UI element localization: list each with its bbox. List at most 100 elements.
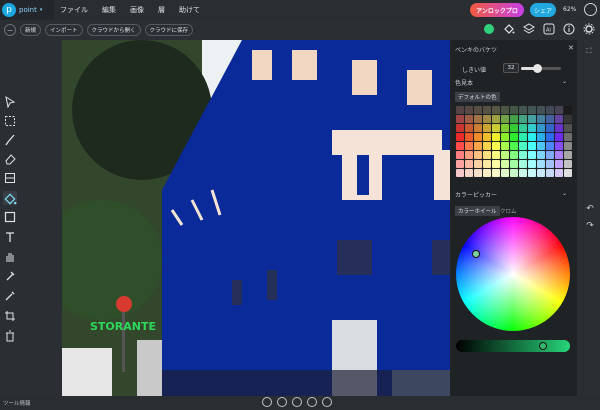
color-swatch[interactable] [537, 133, 545, 141]
color-swatch[interactable] [537, 160, 545, 168]
threshold-slider-knob[interactable] [533, 64, 542, 73]
color-swatch[interactable] [501, 151, 509, 159]
color-swatch[interactable] [564, 151, 572, 159]
color-swatch[interactable] [492, 160, 500, 168]
color-swatch[interactable] [456, 169, 464, 177]
color-swatch[interactable] [519, 115, 527, 123]
color-swatch[interactable] [564, 124, 572, 132]
redo-icon[interactable]: ↷ [583, 219, 597, 233]
color-swatch[interactable] [465, 124, 473, 132]
color-swatch[interactable] [528, 160, 536, 168]
color-swatch[interactable] [483, 133, 491, 141]
tab-chrome[interactable]: クロム [497, 206, 520, 216]
color-swatch[interactable] [519, 151, 527, 159]
color-swatch[interactable] [555, 124, 563, 132]
share-button[interactable]: シェア [530, 3, 556, 17]
hand-tool-icon[interactable] [4, 251, 16, 263]
paint-bucket-icon[interactable] [502, 21, 516, 37]
color-swatch[interactable] [510, 124, 518, 132]
color-swatch[interactable] [474, 142, 482, 150]
color-swatch[interactable] [465, 169, 473, 177]
color-swatch[interactable] [483, 142, 491, 150]
path-icon[interactable] [322, 397, 332, 407]
layers-icon[interactable] [522, 21, 536, 37]
back-icon[interactable]: − [4, 24, 16, 36]
color-swatch[interactable] [546, 142, 554, 150]
eyedropper-tool-icon[interactable] [4, 290, 16, 302]
tools-info-label[interactable]: ツール情報 [3, 399, 31, 407]
color-swatch[interactable] [465, 133, 473, 141]
color-swatch[interactable] [537, 124, 545, 132]
color-swatch[interactable] [555, 160, 563, 168]
color-swatch[interactable] [456, 142, 464, 150]
color-swatch[interactable] [492, 133, 500, 141]
menu-image[interactable]: 画像 [130, 5, 144, 15]
color-swatch[interactable] [492, 124, 500, 132]
paint-bucket-tool-button[interactable] [3, 191, 17, 205]
color-swatch[interactable] [510, 169, 518, 177]
chevron-down-icon[interactable]: ⌄ [562, 78, 567, 85]
pointer-tool-icon[interactable] [4, 96, 16, 108]
color-swatch[interactable] [483, 151, 491, 159]
color-swatch[interactable] [564, 115, 572, 123]
color-swatch[interactable] [564, 133, 572, 141]
color-swatch[interactable] [555, 142, 563, 150]
color-swatch[interactable] [456, 133, 464, 141]
tab-color-wheel[interactable]: カラーホイール [455, 206, 500, 216]
color-swatch[interactable] [492, 115, 500, 123]
color-swatch[interactable] [474, 151, 482, 159]
color-swatch[interactable] [465, 115, 473, 123]
cloud-save-button[interactable]: クラウドに保存 [144, 24, 194, 36]
color-swatch[interactable] [546, 124, 554, 132]
color-swatch[interactable] [510, 106, 518, 114]
color-swatch[interactable] [555, 115, 563, 123]
color-wheel[interactable] [456, 217, 570, 331]
crop-tool-icon[interactable] [4, 310, 16, 322]
color-swatch[interactable] [519, 142, 527, 150]
color-swatch[interactable] [564, 169, 572, 177]
color-swatch[interactable] [465, 151, 473, 159]
shape-tool-icon[interactable] [4, 211, 16, 223]
color-swatch[interactable] [519, 169, 527, 177]
user-icon[interactable] [584, 3, 597, 16]
color-swatch[interactable] [474, 133, 482, 141]
color-swatch[interactable] [465, 106, 473, 114]
threshold-input[interactable]: 32 [503, 63, 519, 73]
color-swatch[interactable] [537, 169, 545, 177]
color-swatch[interactable] [555, 169, 563, 177]
color-swatch[interactable] [456, 151, 464, 159]
color-swatch[interactable] [456, 160, 464, 168]
color-swatch[interactable] [501, 124, 509, 132]
color-swatch[interactable] [555, 133, 563, 141]
import-button[interactable]: インポート [45, 24, 83, 36]
color-swatch[interactable] [564, 142, 572, 150]
app-logo[interactable]: p point ▾ [0, 0, 54, 20]
color-swatch[interactable] [528, 142, 536, 150]
info-icon[interactable] [562, 21, 576, 37]
color-swatch[interactable] [483, 106, 491, 114]
color-swatch[interactable] [546, 133, 554, 141]
color-swatch[interactable] [483, 124, 491, 132]
color-swatch[interactable] [528, 115, 536, 123]
color-swatch[interactable] [537, 115, 545, 123]
menu-layer[interactable]: 層 [158, 5, 165, 15]
close-icon[interactable]: ✕ [568, 44, 574, 52]
color-swatch[interactable] [465, 142, 473, 150]
color-swatch[interactable] [555, 151, 563, 159]
color-swatch[interactable] [528, 151, 536, 159]
color-swatch[interactable] [546, 151, 554, 159]
chevron-down-icon[interactable]: ⌄ [562, 190, 567, 197]
color-swatch[interactable] [474, 160, 482, 168]
document-icon[interactable] [277, 397, 287, 407]
color-swatch[interactable] [510, 160, 518, 168]
marquee-tool-icon[interactable] [4, 115, 16, 127]
color-swatch[interactable] [492, 142, 500, 150]
color-swatch[interactable] [501, 160, 509, 168]
menu-edit[interactable]: 編集 [102, 5, 116, 15]
unlock-pro-button[interactable]: アンロックプロ [470, 3, 524, 17]
color-swatch[interactable] [519, 160, 527, 168]
color-swatch[interactable] [501, 133, 509, 141]
new-button[interactable]: 新規 [20, 24, 42, 36]
color-swatch[interactable] [546, 106, 554, 114]
cloud-open-button[interactable]: クラウドから開く [86, 24, 141, 36]
